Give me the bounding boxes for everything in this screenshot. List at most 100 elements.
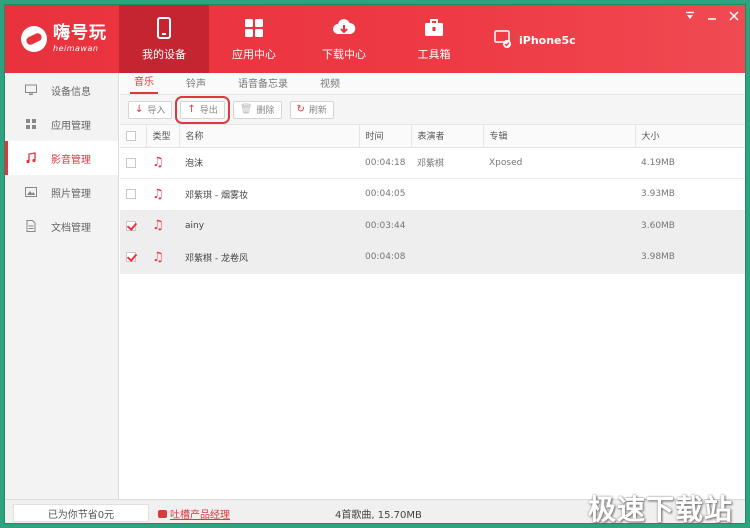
app-window: 嗨号玩 heimawan 我的设备 应用中心 下载中心 工具箱 iPhone5c… [4, 4, 746, 524]
song-album [483, 241, 635, 274]
row-checkbox[interactable] [126, 252, 136, 262]
song-summary: 4首歌曲, 15.70MB [335, 510, 422, 521]
music-note-icon: ♫ [152, 249, 164, 265]
sidebar-item-label: 应用管理 [51, 120, 91, 132]
song-size: 3.60MB [635, 210, 745, 242]
delete-button[interactable]: 🗑 删除 [232, 100, 282, 119]
song-album: Xposed [483, 147, 635, 179]
logo-subtext: heimawan [53, 44, 99, 53]
cloud-download-icon [333, 19, 356, 34]
row-checkbox[interactable] [126, 220, 136, 231]
minimize-icon[interactable] [707, 11, 717, 21]
image-icon [25, 187, 37, 197]
column-header-size[interactable]: 大小 [635, 125, 745, 148]
refresh-button[interactable]: ↻ 刷新 [289, 100, 334, 119]
device-phone-check-icon [494, 30, 511, 48]
music-note-icon [26, 152, 36, 164]
sidebar-item-media-management[interactable]: 影音管理 [5, 141, 118, 175]
table-header-row: 类型 名称 时间 表演者 专辑 大小 [120, 125, 745, 148]
feedback-label: 吐槽产品经理 [170, 510, 230, 521]
column-header-name[interactable]: 名称 [179, 125, 360, 148]
select-all-cell[interactable] [120, 125, 147, 148]
sidebar-item-label: 影音管理 [51, 154, 91, 166]
nav-label: 工具箱 [417, 48, 451, 61]
table-row[interactable]: ♫ 邓紫琪 - 烟雾妆 00:04:05 3.93MB [120, 178, 745, 211]
nav-label: 下载中心 [322, 48, 366, 61]
dropdown-menu-icon[interactable] [685, 11, 695, 21]
song-album [483, 178, 635, 211]
song-time: 00:03:44 [359, 210, 411, 242]
nav-label: 我的设备 [142, 48, 186, 61]
export-label: 导出 [199, 106, 218, 116]
row-checkbox[interactable] [126, 189, 136, 199]
window-controls [685, 11, 739, 21]
column-header-artist[interactable]: 表演者 [411, 125, 484, 148]
music-note-icon: ♫ [152, 155, 164, 171]
select-all-checkbox[interactable] [126, 130, 136, 141]
sidebar-item-document-management[interactable]: 文档管理 [5, 209, 118, 243]
arrow-down-icon: ↓ [135, 104, 144, 115]
table-row[interactable]: ♫ 泡沫 00:04:18 邓紫棋 Xposed 4.19MB [120, 147, 745, 179]
sidebar-item-label: 设备信息 [51, 86, 91, 98]
song-name: 邓紫棋 - 龙卷风 [179, 241, 359, 274]
logo-text: 嗨号玩 [53, 23, 107, 43]
column-header-time[interactable]: 时间 [359, 125, 412, 148]
song-artist [411, 210, 483, 242]
savings-badge: 已为你节省0元 [13, 504, 149, 522]
feedback-link[interactable]: 吐槽产品经理 [158, 506, 230, 521]
import-label: 导入 [147, 106, 166, 116]
tab-voice-memos[interactable]: 语音备忘录 [234, 75, 292, 94]
import-button[interactable]: ↓ 导入 [128, 100, 173, 119]
close-icon[interactable] [729, 11, 739, 21]
phone-icon [157, 17, 171, 39]
monitor-icon [25, 84, 37, 95]
nav-label: 应用中心 [232, 48, 276, 61]
site-watermark: 极速下载站 [587, 493, 733, 524]
status-bar: 已为你节省0元 吐槽产品经理 4首歌曲, 15.70MB 极速下载站 [5, 493, 745, 523]
sidebar-item-label: 文档管理 [51, 222, 91, 234]
table-row[interactable]: ♫ 邓紫棋 - 龙卷风 00:04:08 3.98MB [120, 241, 745, 274]
sidebar-item-app-management[interactable]: 应用管理 [5, 107, 118, 141]
song-time: 00:04:05 [359, 178, 411, 211]
song-size: 3.93MB [635, 178, 745, 211]
refresh-label: 刷新 [308, 106, 327, 116]
row-checkbox[interactable] [126, 157, 136, 168]
song-name: 泡沫 [179, 147, 359, 179]
export-button[interactable]: ↑ 导出 [175, 95, 230, 124]
logo-mark-icon [21, 26, 47, 52]
toolbox-icon [425, 19, 443, 36]
tab-videos[interactable]: 视频 [316, 75, 344, 94]
tab-music[interactable]: 音乐 [130, 73, 158, 94]
column-header-album[interactable]: 专辑 [483, 125, 636, 148]
document-icon [26, 220, 36, 232]
column-header-type[interactable]: 类型 [146, 125, 180, 148]
song-artist [411, 178, 483, 211]
refresh-icon: ↻ [296, 104, 305, 115]
nav-download-center[interactable]: 下载中心 [299, 5, 389, 73]
media-subtabs: 音乐 铃声 语音备忘录 视频 [120, 73, 745, 95]
nav-my-device[interactable]: 我的设备 [119, 5, 209, 73]
sidebar-item-label: 照片管理 [51, 188, 91, 200]
nav-app-center[interactable]: 应用中心 [209, 5, 299, 73]
sidebar-item-photo-management[interactable]: 照片管理 [5, 175, 118, 209]
song-artist [411, 241, 483, 274]
song-size: 4.19MB [635, 147, 745, 179]
song-size: 3.98MB [635, 241, 745, 274]
sidebar-item-device-info[interactable]: 设备信息 [5, 73, 118, 107]
tab-ringtones[interactable]: 铃声 [182, 75, 210, 94]
app-logo: 嗨号玩 heimawan [21, 19, 111, 59]
song-time: 00:04:18 [359, 147, 411, 179]
nav-toolbox[interactable]: 工具箱 [389, 5, 479, 73]
main-panel: 音乐 铃声 语音备忘录 视频 ↓ 导入 ↑ 导出 🗑 删除 ↻ 刷新 类型 名称… [120, 73, 745, 499]
song-artist: 邓紫棋 [411, 147, 483, 179]
connected-device[interactable]: iPhone5c [493, 29, 576, 51]
song-name: 邓紫琪 - 烟雾妆 [179, 178, 359, 211]
music-note-icon: ♫ [152, 186, 164, 202]
grid-icon [26, 119, 36, 129]
speech-bubble-icon [158, 509, 167, 518]
trash-icon: 🗑 [239, 104, 253, 115]
table-row[interactable]: ♫ ainy 00:03:44 3.60MB [120, 210, 745, 242]
song-album [483, 210, 635, 242]
song-time: 00:04:08 [359, 241, 411, 274]
arrow-up-icon: ↑ [187, 104, 196, 115]
